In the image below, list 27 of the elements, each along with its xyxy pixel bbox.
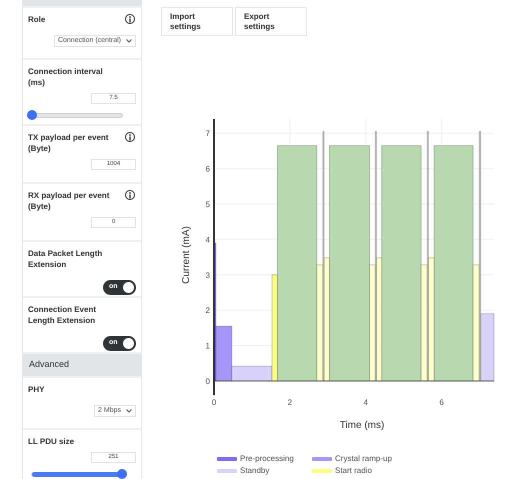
section-header: Advanced (23, 354, 141, 376)
tick-label: 2 (206, 306, 210, 316)
legend-label: Pre-processing (240, 453, 294, 464)
field-label: Connection interval (ms) (28, 66, 104, 88)
field-label: RX payload per event (Byte) (28, 190, 110, 212)
tick-label: 4 (364, 398, 368, 407)
tick-label: 7 (206, 129, 210, 138)
legend-label: Start radio (335, 465, 372, 476)
legend-label: Standby (240, 465, 270, 476)
axis-title: Time (ms) (340, 420, 384, 431)
tick-label: 3 (206, 270, 210, 280)
field-label: LL PDU size (28, 436, 76, 447)
axis-title: Current (mA) (181, 226, 192, 284)
field-label: Connection Event Length Extension (28, 304, 98, 326)
tick-label: 0 (206, 377, 210, 386)
tick-label: 1 (206, 342, 210, 351)
tick-label: 0 (212, 398, 216, 407)
tick-label: 5 (206, 200, 210, 209)
field-label: TX payload per event (Byte) (28, 132, 110, 154)
tick-label: 4 (206, 235, 210, 244)
legend-label: Crystal ramp-up (335, 453, 392, 464)
tick-label: 6 (206, 164, 210, 174)
field-label: Data Packet Length Extension (28, 248, 104, 270)
field-label: PHY (28, 384, 46, 395)
tick-label: 2 (288, 398, 292, 407)
field-label: Role (28, 14, 46, 25)
tick-label: 6 (439, 398, 444, 407)
